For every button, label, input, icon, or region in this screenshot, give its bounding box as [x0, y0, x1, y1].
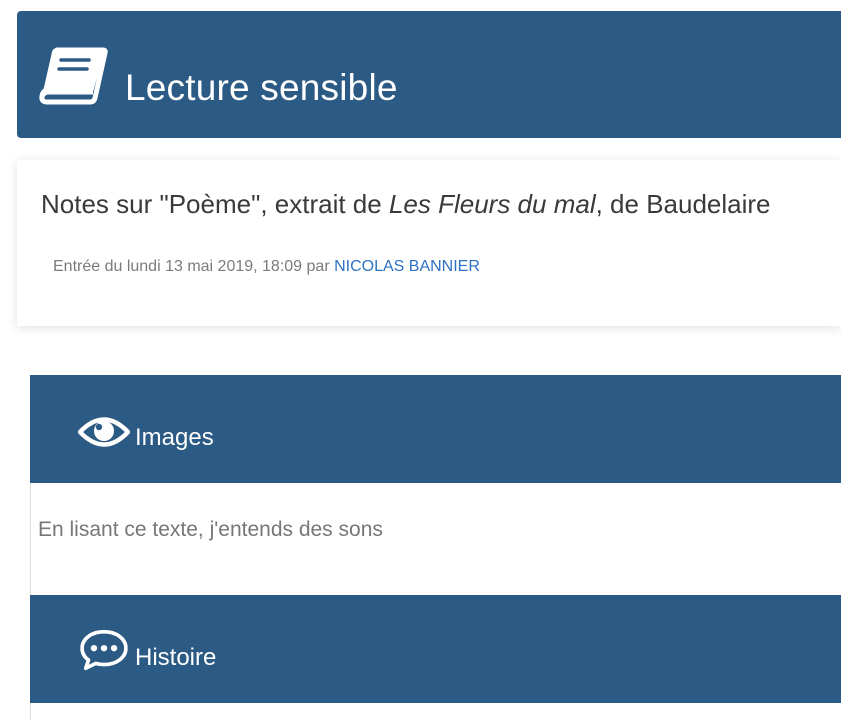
- app-title: Lecture sensible: [125, 67, 398, 108]
- page: Lecture sensible Notes sur "Poème", extr…: [0, 0, 841, 720]
- section-body-images: En lisant ce texte, j'entends des sons: [30, 483, 841, 595]
- section-header-histoire[interactable]: Histoire: [30, 595, 841, 703]
- speech-bubble-icon: [80, 629, 128, 671]
- note-card: Notes sur "Poème", extrait de Les Fleurs…: [17, 160, 841, 326]
- note-title-suffix: , de Baudelaire: [595, 189, 771, 219]
- section-text-images: En lisant ce texte, j'entends des sons: [38, 518, 383, 541]
- entry-meta: Entrée du lundi 13 mai 2019, 18:09 par N…: [53, 257, 480, 277]
- section-label-images: Images: [135, 424, 214, 451]
- author-link[interactable]: NICOLAS BANNIER: [334, 258, 480, 275]
- section-label-histoire: Histoire: [135, 644, 217, 671]
- note-title-work: Les Fleurs du mal: [388, 189, 596, 219]
- section-header-images[interactable]: Images: [30, 375, 841, 483]
- note-title: Notes sur "Poème", extrait de Les Fleurs…: [41, 187, 771, 221]
- entry-date: Entrée du lundi 13 mai 2019, 18:09 par: [53, 258, 335, 275]
- note-title-prefix: Notes sur "Poème", extrait de: [41, 189, 389, 219]
- eye-icon: [78, 417, 130, 447]
- book-icon: [39, 47, 108, 105]
- section-body-histoire: [30, 703, 841, 720]
- app-header: Lecture sensible: [17, 11, 841, 138]
